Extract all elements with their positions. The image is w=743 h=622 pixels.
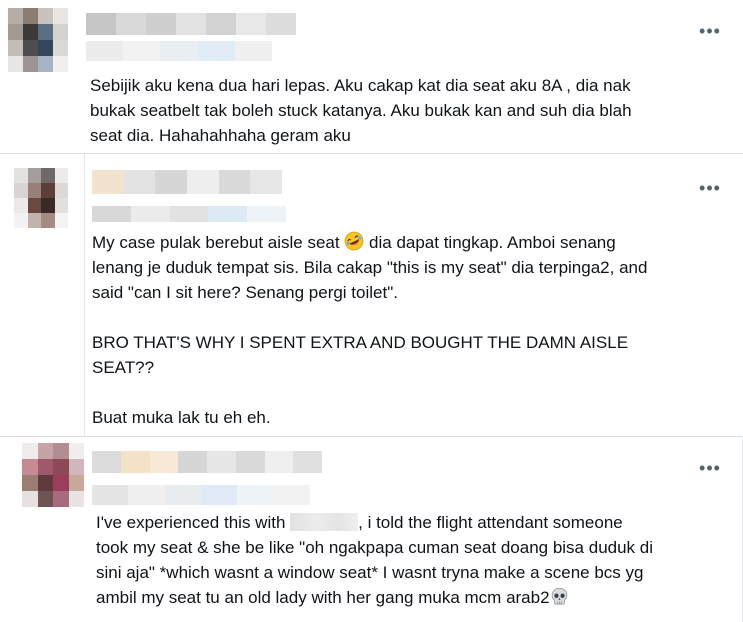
- more-options-icon[interactable]: •••: [698, 179, 722, 197]
- rolling-on-floor-laughing-emoji: [344, 231, 364, 251]
- display-name[interactable]: [92, 170, 282, 194]
- skull-emoji: [551, 588, 567, 605]
- divider: [84, 154, 85, 436]
- avatar[interactable]: [22, 443, 84, 507]
- post-text: My case pulak berebut aisle seat dia dap…: [92, 230, 732, 430]
- more-options-icon[interactable]: •••: [698, 22, 722, 40]
- post-1: ••• Sebijik aku kena dua hari lepas. Aku…: [0, 0, 743, 153]
- post-text-part: I've experienced this with: [96, 513, 291, 532]
- post-text: I've experienced this with , i told the …: [96, 510, 736, 610]
- avatar[interactable]: [14, 168, 68, 228]
- post-3: ••• I've experienced this with , i told …: [0, 437, 743, 622]
- post-2: ••• My case pulak berebut aisle seat dia…: [0, 154, 743, 436]
- post-text-part: My case pulak berebut aisle seat: [92, 233, 345, 252]
- redacted-mention[interactable]: [290, 513, 359, 531]
- display-name[interactable]: [86, 13, 296, 35]
- user-handle[interactable]: [86, 41, 272, 61]
- post-text: Sebijik aku kena dua hari lepas. Aku cak…: [90, 76, 632, 145]
- user-handle[interactable]: [92, 485, 310, 505]
- more-options-icon[interactable]: •••: [698, 459, 722, 477]
- user-handle[interactable]: [92, 206, 286, 222]
- display-name[interactable]: [92, 451, 322, 473]
- avatar[interactable]: [8, 8, 68, 72]
- post-text-part: dia dapat tingkap. Amboi senang lenang j…: [92, 233, 648, 427]
